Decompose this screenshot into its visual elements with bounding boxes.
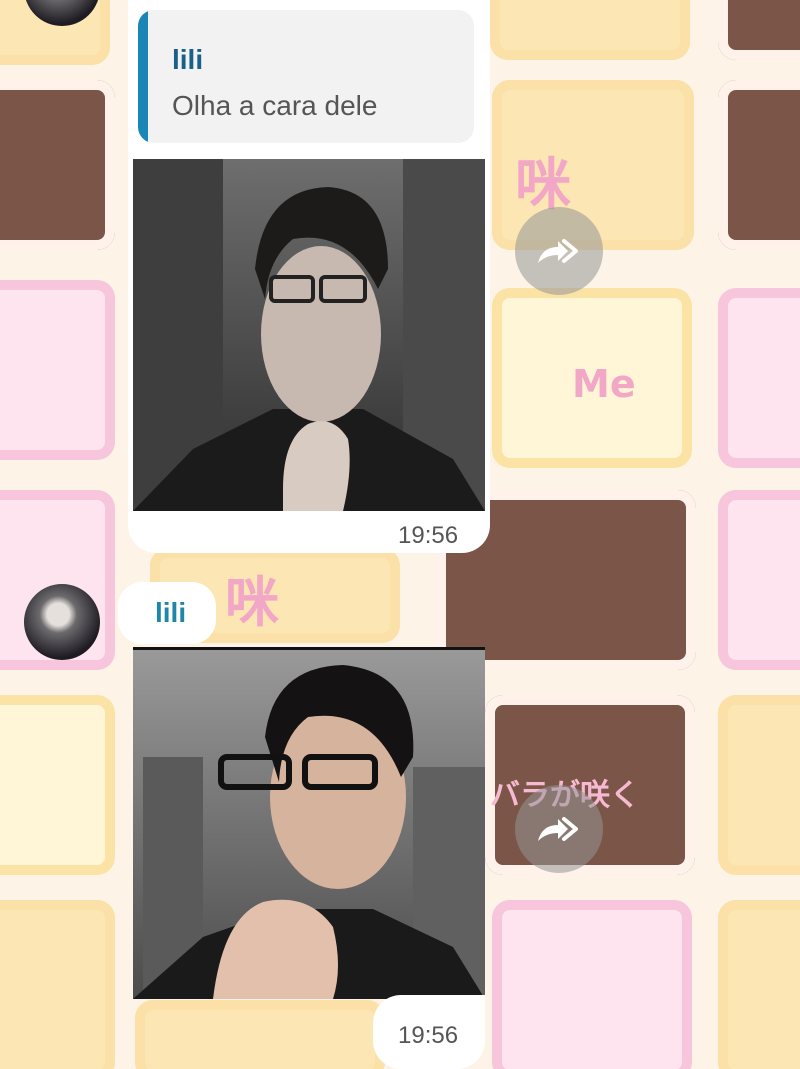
reply-text: Olha a cara dele	[172, 90, 378, 121]
message-photo[interactable]	[133, 159, 485, 511]
wallpaper-tile	[490, 0, 690, 60]
forward-button[interactable]	[515, 785, 603, 873]
wallpaper-tile	[135, 1000, 385, 1069]
wallpaper-tile	[718, 288, 800, 468]
wallpaper-tile	[718, 0, 800, 60]
wallpaper-tile	[718, 80, 800, 250]
wallpaper-tile	[718, 695, 800, 875]
message-time: 19:56	[398, 1022, 459, 1049]
forward-button[interactable]	[515, 207, 603, 295]
photo-image	[133, 159, 485, 511]
wallpaper-tile	[0, 900, 115, 1069]
sender-avatar[interactable]	[24, 584, 100, 660]
message-time: 19:56	[398, 522, 459, 549]
wallpaper-tile	[718, 900, 800, 1069]
reply-sender-name: lili	[172, 44, 204, 75]
wallpaper-tile	[0, 80, 115, 250]
wallpaper-tile	[0, 695, 115, 875]
sender-name[interactable]: lili	[155, 597, 186, 629]
wallpaper-tile	[0, 280, 115, 460]
chat-background: 咪 Me 咪 バラが咲く lili Olha a cara dele	[0, 0, 800, 1069]
forward-double-arrow-icon	[538, 239, 578, 263]
photo-image	[133, 647, 485, 999]
reply-accent-bar	[138, 10, 148, 143]
message-photo[interactable]	[133, 647, 485, 999]
wallpaper-sticker-text: Me	[572, 362, 636, 406]
wallpaper-sticker-text: 咪	[225, 571, 279, 634]
reply-quote[interactable]: lili Olha a cara dele	[138, 10, 474, 143]
forward-double-arrow-icon	[538, 817, 578, 841]
wallpaper-tile	[718, 490, 800, 670]
wallpaper-tile	[492, 900, 692, 1069]
